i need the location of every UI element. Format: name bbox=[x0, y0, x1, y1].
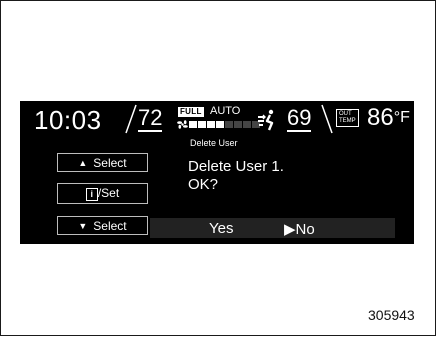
select-up-label: Select bbox=[93, 155, 127, 170]
dialog-message-line1: Delete User 1. bbox=[188, 158, 284, 175]
info-icon: i bbox=[85, 188, 98, 201]
outside-temp-label-line2: TEMP bbox=[339, 118, 356, 124]
outside-temp-unit: °F bbox=[393, 109, 410, 126]
triangle-down-icon: ▼ bbox=[78, 220, 88, 231]
dialog-message-line2: OK? bbox=[188, 176, 219, 193]
fan-bar bbox=[189, 121, 197, 128]
option-no[interactable]: ▶No bbox=[284, 220, 315, 238]
outside-temp-label-line1: OUT bbox=[339, 111, 352, 117]
display-screen: 10:03 72 FULL AUTO 69 OUT TEMP 86°F Dele… bbox=[20, 101, 414, 244]
divider-slash-left bbox=[125, 104, 137, 134]
passenger-temperature[interactable]: 69 bbox=[287, 107, 312, 132]
climate-mode: AUTO bbox=[210, 105, 241, 117]
screen-title: Delete User bbox=[190, 138, 238, 148]
dialog-message: Delete User 1. OK? bbox=[188, 158, 284, 194]
info-set-content: i/Set bbox=[85, 186, 120, 201]
selection-cursor-icon: ▶ bbox=[284, 221, 296, 238]
driver-temperature[interactable]: 72 bbox=[138, 107, 163, 132]
fan-icon bbox=[177, 120, 188, 129]
set-label: /Set bbox=[97, 186, 120, 200]
fan-bar bbox=[225, 121, 233, 128]
divider-slash-right bbox=[321, 104, 333, 134]
triangle-up-icon: ▲ bbox=[78, 157, 88, 168]
fan-bar bbox=[243, 121, 251, 128]
figure-number: 305943 bbox=[368, 307, 415, 323]
status-bar: 10:03 72 FULL AUTO 69 OUT TEMP 86°F bbox=[20, 101, 414, 140]
select-down-label: Select bbox=[93, 218, 127, 233]
fan-bar bbox=[198, 121, 206, 128]
outside-temp-number: 86 bbox=[367, 104, 394, 131]
airflow-mode-icon bbox=[258, 109, 274, 131]
option-yes[interactable]: Yes bbox=[209, 220, 233, 237]
outside-temp-label: OUT TEMP bbox=[336, 109, 359, 127]
option-bar bbox=[150, 218, 395, 238]
fan-speed-bars bbox=[189, 121, 260, 128]
select-down-button[interactable]: ▼ Select bbox=[57, 216, 148, 235]
select-up-button[interactable]: ▲ Select bbox=[57, 153, 148, 172]
clock: 10:03 bbox=[34, 105, 102, 135]
fan-bar bbox=[207, 121, 215, 128]
climate-full-badge: FULL bbox=[178, 107, 204, 117]
fan-bar bbox=[234, 121, 242, 128]
info-set-button[interactable]: i/Set bbox=[57, 183, 148, 204]
outside-temperature: 86°F bbox=[367, 105, 410, 131]
fan-bar bbox=[216, 121, 224, 128]
option-no-label: No bbox=[295, 221, 315, 238]
